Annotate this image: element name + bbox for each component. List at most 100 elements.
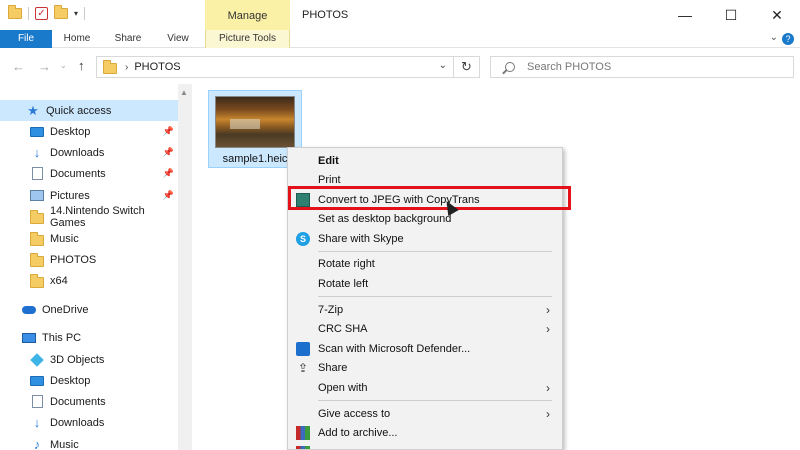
sidebar-item-3d-objects[interactable]: 3D Objects	[0, 349, 178, 370]
back-arrow-icon[interactable]: ←	[12, 59, 25, 74]
folder-icon	[30, 209, 44, 224]
customize-toolbar-icon[interactable]: ▾	[74, 9, 78, 18]
sidebar-item-label: Music	[50, 232, 79, 245]
search-icon	[505, 62, 515, 72]
menu-item-rotate-left[interactable]: Rotate left	[288, 274, 562, 294]
menu-item-edit[interactable]: Edit	[288, 151, 562, 171]
menu-item-label: Open with	[318, 382, 368, 394]
pin-icon: 📌	[162, 147, 174, 157]
menu-item-label: Share with Skype	[318, 233, 404, 245]
sidebar-item-label: x64	[50, 274, 68, 287]
close-button[interactable]: ✕	[754, 0, 800, 30]
sidebar-item-music[interactable]: Music	[0, 228, 178, 249]
sidebar-item-label: Quick access	[46, 104, 112, 117]
desktop-icon	[30, 374, 44, 388]
sidebar-item-downloads[interactable]: ↓ Downloads 📌	[0, 142, 178, 163]
minimize-button[interactable]: —	[662, 0, 708, 30]
sidebar-item-nintendo-switch-games[interactable]: 14.Nintendo Switch Games	[0, 205, 178, 229]
menu-item-label: Set as desktop background	[318, 213, 452, 225]
breadcrumb[interactable]: PHOTOS	[134, 61, 180, 73]
downloads-icon: ↓	[33, 414, 41, 430]
menu-item-rotate-right[interactable]: Rotate right	[288, 254, 562, 274]
tab-view[interactable]: View	[154, 30, 202, 48]
sidebar-item-x64[interactable]: x64	[0, 270, 178, 291]
downloads-icon: ↓	[33, 144, 41, 160]
menu-item-label: Scan with Microsoft Defender...	[318, 343, 471, 355]
tab-share[interactable]: Share	[102, 30, 154, 48]
ribbon-tabs: File Home Share View Picture Tools ⌄ ?	[0, 30, 800, 48]
skype-icon: S	[296, 232, 310, 246]
tab-home[interactable]: Home	[52, 30, 102, 48]
folder-icon	[30, 231, 44, 246]
new-folder-icon[interactable]	[54, 5, 68, 19]
menu-item-set-desktop-background[interactable]: Set as desktop background	[288, 209, 562, 229]
menu-item-scan-defender[interactable]: Scan with Microsoft Defender...	[288, 339, 562, 359]
music-icon: ♪	[33, 437, 41, 450]
sidebar-item-onedrive[interactable]: OneDrive	[0, 299, 178, 320]
menu-item-add-to-archive[interactable]: Add to archive...	[288, 423, 562, 443]
sidebar-item-pictures[interactable]: Pictures 📌	[0, 185, 178, 206]
chevron-down-icon[interactable]: ⌄	[770, 32, 778, 43]
pictures-icon	[30, 189, 44, 203]
recent-locations-icon[interactable]: ⌄	[60, 61, 67, 70]
tab-file[interactable]: File	[0, 30, 52, 48]
nav-scrollbar[interactable]: ▲	[178, 84, 192, 450]
share-icon: ⇪	[297, 361, 309, 375]
help-icon[interactable]: ?	[782, 33, 794, 45]
pc-icon	[22, 331, 36, 345]
sidebar-item-desktop[interactable]: Desktop 📌	[0, 121, 178, 142]
menu-item-label: CRC SHA	[318, 323, 368, 335]
sidebar-item-photos[interactable]: PHOTOS	[0, 249, 178, 270]
address-row: ← → ⌄ ↑ › PHOTOS ⌄ ↻ Search PHOTOS	[0, 50, 800, 84]
menu-item-label: 7-Zip	[318, 304, 344, 316]
sidebar-item-documents-pc[interactable]: Documents	[0, 391, 178, 412]
menu-item-share[interactable]: ⇪ Share	[288, 358, 562, 378]
menu-separator	[318, 296, 552, 297]
window-controls: — ☐ ✕	[662, 0, 800, 30]
menu-item-label: Give access to	[318, 408, 391, 420]
chevron-down-icon[interactable]: ⌄	[439, 60, 447, 71]
address-bar[interactable]: › PHOTOS ⌄	[96, 56, 454, 78]
folder-icon	[30, 273, 44, 288]
chevron-right-icon: ›	[546, 407, 550, 421]
refresh-button[interactable]: ↻	[454, 56, 480, 78]
menu-item-label: Share	[318, 362, 348, 374]
menu-item-crc-sha[interactable]: CRC SHA ›	[288, 319, 562, 339]
sidebar-item-quick-access[interactable]: ★ Quick access	[0, 100, 178, 121]
image-thumbnail	[215, 96, 295, 148]
maximize-button[interactable]: ☐	[708, 0, 754, 30]
defender-icon	[296, 342, 310, 356]
menu-item-cutoff[interactable]	[288, 443, 562, 449]
sidebar-item-label: OneDrive	[42, 303, 89, 316]
menu-item-label: Edit	[318, 155, 339, 167]
sidebar-item-music-pc[interactable]: ♪ Music	[0, 434, 178, 450]
tab-picture-tools[interactable]: Picture Tools	[205, 30, 290, 48]
menu-separator	[318, 251, 552, 252]
chevron-right-icon[interactable]: ›	[125, 62, 128, 73]
sidebar-item-label: Downloads	[50, 416, 105, 429]
sidebar-item-label: Documents	[50, 395, 106, 408]
title-bar: ✓ ▾ Manage PHOTOS — ☐ ✕	[0, 0, 800, 30]
properties-icon[interactable]: ✓	[35, 7, 48, 20]
menu-item-open-with[interactable]: Open with ›	[288, 378, 562, 398]
sidebar-item-label: Downloads	[50, 146, 105, 159]
search-input[interactable]: Search PHOTOS	[490, 56, 794, 78]
up-arrow-icon[interactable]: ↑	[78, 58, 85, 73]
sidebar-item-label: Music	[50, 438, 79, 450]
chevron-right-icon: ›	[546, 303, 550, 317]
forward-arrow-icon[interactable]: →	[38, 59, 51, 74]
search-placeholder: Search PHOTOS	[527, 61, 612, 73]
sidebar-item-this-pc[interactable]: This PC	[0, 327, 178, 348]
scroll-up-icon[interactable]: ▲	[180, 88, 188, 97]
menu-item-7zip[interactable]: 7-Zip ›	[288, 300, 562, 320]
documents-icon	[30, 167, 44, 181]
sidebar-item-documents[interactable]: Documents 📌	[0, 163, 178, 184]
sidebar-item-desktop-pc[interactable]: Desktop	[0, 370, 178, 391]
sidebar-item-label: Desktop	[50, 374, 91, 387]
sidebar-item-label: Desktop	[50, 125, 91, 138]
menu-item-share-with-skype[interactable]: S Share with Skype	[288, 229, 562, 249]
pin-icon: 📌	[162, 190, 174, 200]
menu-item-give-access-to[interactable]: Give access to ›	[288, 404, 562, 424]
sidebar-item-downloads-pc[interactable]: ↓ Downloads	[0, 412, 178, 433]
menu-separator	[318, 400, 552, 401]
